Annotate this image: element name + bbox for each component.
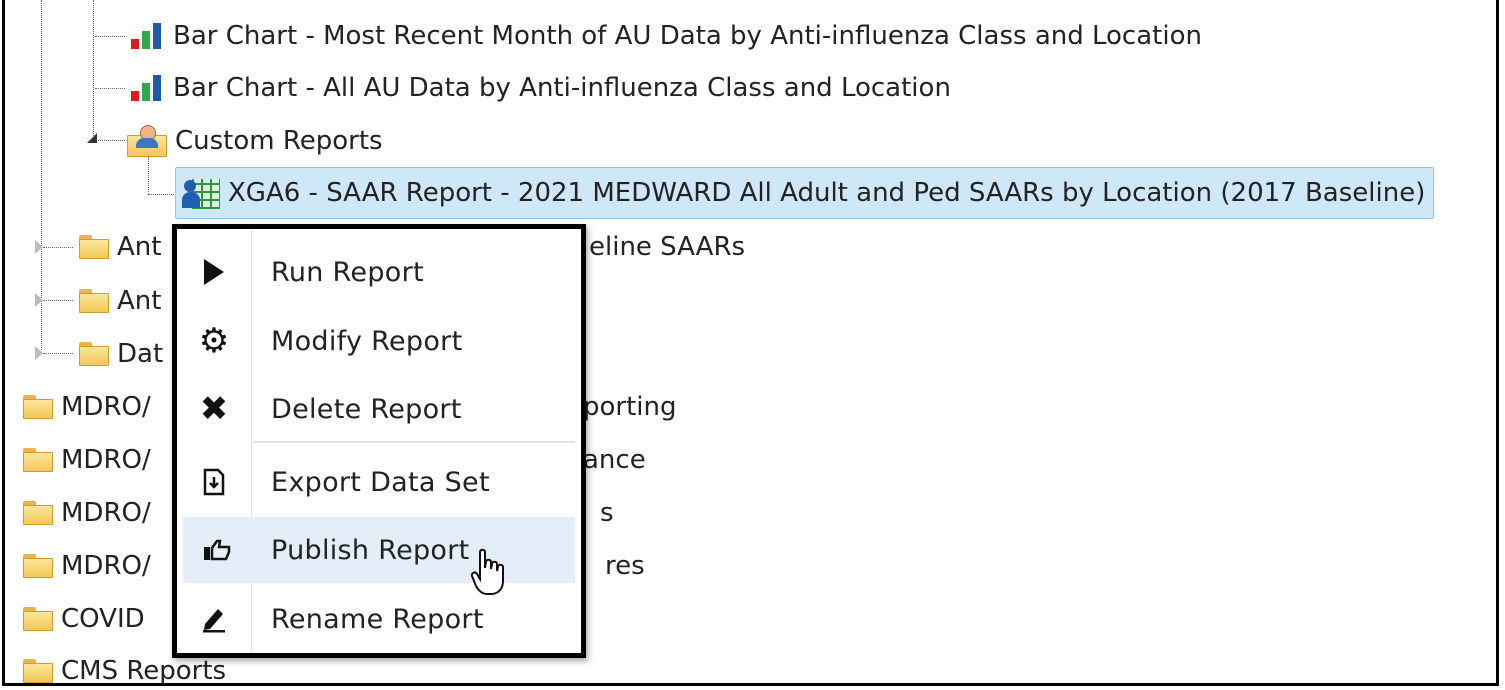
menu-item-publish-report[interactable]: Publish Report — [183, 517, 575, 583]
tree-connector — [95, 36, 125, 37]
menu-separator — [253, 441, 575, 443]
menu-item-delete-report[interactable]: ✖ Delete Report — [177, 376, 581, 442]
folder-icon — [79, 289, 109, 313]
folder-icon — [23, 607, 53, 631]
expand-arrow-icon[interactable] — [35, 346, 43, 360]
folder-icon — [79, 235, 109, 259]
custom-reports-folder-icon — [127, 125, 167, 157]
expand-arrow-icon[interactable] — [35, 293, 43, 307]
folder-icon — [23, 448, 53, 472]
folder-icon — [23, 554, 53, 578]
context-menu: Run Report ⚙ Modify Report ✖ Delete Repo… — [172, 224, 586, 658]
tree-item-label: Dat — [117, 339, 164, 369]
menu-item-modify-report[interactable]: ⚙ Modify Report — [177, 308, 581, 374]
tree-item-folder[interactable]: MDRO/ ance — [23, 440, 646, 480]
collapse-arrow-icon[interactable] — [87, 133, 97, 143]
tree-item-label: XGA6 - SAAR Report - 2021 MEDWARD All Ad… — [228, 178, 1426, 208]
tree-item-folder[interactable]: COVID — [23, 599, 145, 639]
tree-item-label-suffix: porting — [583, 392, 677, 422]
folder-icon — [23, 501, 53, 525]
tree-item-folder[interactable]: MDRO/ s — [23, 493, 614, 533]
tree-connector — [93, 0, 94, 138]
menu-item-label: Delete Report — [271, 393, 462, 425]
menu-item-label: Publish Report — [271, 534, 470, 566]
folder-icon — [23, 395, 53, 419]
tree-item-folder[interactable]: Dat — [79, 334, 163, 374]
tree-item-label-suffix: eline SAARs — [589, 232, 746, 262]
folder-icon — [79, 342, 109, 366]
tree-connector — [43, 247, 73, 248]
tree-item-label: Custom Reports — [175, 126, 383, 156]
tree-connector — [95, 140, 125, 141]
close-icon: ✖ — [199, 389, 229, 429]
tree-item-selected-report[interactable]: XGA6 - SAAR Report - 2021 MEDWARD All Ad… — [175, 167, 1435, 219]
tree-connector — [95, 88, 125, 89]
tree-item-label: MDRO/ — [61, 445, 151, 475]
tree-item-label: CMS Reports — [61, 656, 227, 686]
gear-icon: ⚙ — [198, 321, 230, 361]
menu-item-label: Modify Report — [271, 325, 463, 357]
play-icon — [177, 257, 251, 287]
thumbs-up-icon — [183, 538, 251, 562]
folder-icon — [23, 659, 53, 683]
tree-item-label: Ant — [117, 286, 162, 316]
export-icon — [177, 468, 251, 496]
tree-item-folder[interactable]: Ant — [79, 281, 161, 321]
menu-item-run-report[interactable]: Run Report — [177, 239, 581, 305]
tree-connector — [148, 194, 178, 195]
tree-item-label: MDRO/ — [61, 392, 151, 422]
tree-item-folder[interactable]: Ant eline SAARs — [79, 227, 745, 267]
bar-chart-icon — [127, 23, 165, 49]
tree-item-label-suffix: ance — [583, 445, 646, 475]
tree-item-bar-chart-recent[interactable]: Bar Chart - Most Recent Month of AU Data… — [127, 16, 1202, 56]
tree-item-label: COVID — [61, 604, 145, 634]
tree-item-label-suffix: res — [605, 551, 645, 581]
tree-item-label: MDRO/ — [61, 551, 151, 581]
pencil-icon — [177, 605, 251, 633]
report-grid-icon — [182, 176, 220, 210]
menu-item-export-data-set[interactable]: Export Data Set — [177, 449, 581, 515]
tree-item-folder[interactable]: MDRO/ porting — [23, 387, 677, 427]
hand-cursor-icon — [470, 548, 510, 602]
menu-item-label: Export Data Set — [271, 466, 490, 498]
menu-item-label: Rename Report — [271, 603, 484, 635]
tree-item-bar-chart-all[interactable]: Bar Chart - All AU Data by Anti-influenz… — [127, 68, 951, 108]
expand-arrow-icon[interactable] — [35, 240, 43, 254]
tree-item-label: MDRO/ — [61, 498, 151, 528]
tree-item-label: Bar Chart - Most Recent Month of AU Data… — [173, 21, 1202, 51]
tree-item-folder[interactable]: MDRO/ res — [23, 546, 645, 586]
tree-item-custom-reports[interactable]: Custom Reports — [127, 121, 383, 161]
tree-connector — [43, 300, 73, 301]
menu-item-label: Run Report — [271, 256, 424, 288]
tree-item-label: Ant — [117, 232, 162, 262]
menu-item-rename-report[interactable]: Rename Report — [177, 586, 581, 652]
bar-chart-icon — [127, 75, 165, 101]
tree-connector — [43, 353, 73, 354]
tree-item-label-suffix: s — [600, 498, 614, 528]
tree-item-label: Bar Chart - All AU Data by Anti-influenz… — [173, 73, 951, 103]
